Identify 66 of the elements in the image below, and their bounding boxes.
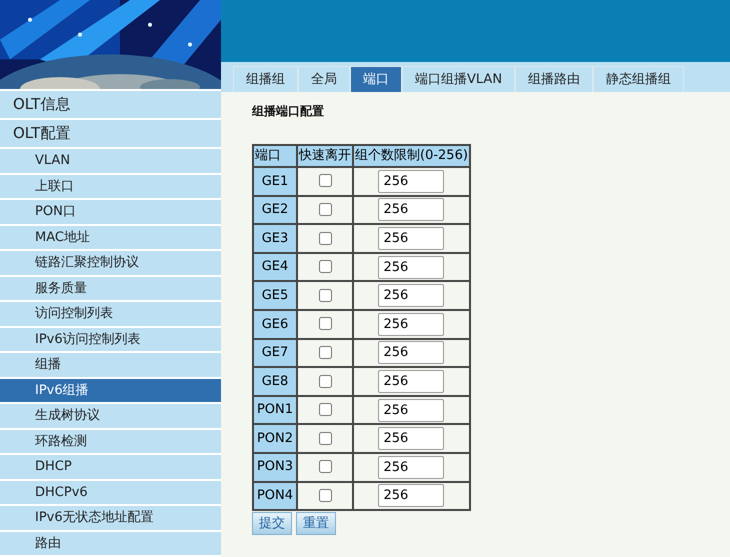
column-header: 快速离开: [297, 145, 353, 167]
sidebar-item[interactable]: 服务质量: [0, 276, 221, 302]
port-cell: PON2: [253, 424, 297, 453]
fast-leave-checkbox[interactable]: [318, 288, 332, 302]
sidebar-item[interactable]: 上联口: [0, 174, 221, 200]
tab[interactable]: 全局: [298, 66, 350, 92]
limit-field[interactable]: 256: [378, 427, 444, 450]
port-cell: GE2: [253, 196, 297, 224]
tab[interactable]: 端口: [350, 66, 402, 92]
port-cell: GE8: [253, 367, 297, 396]
port-cell: GE1: [253, 167, 297, 196]
fast-leave-checkbox[interactable]: [318, 174, 332, 188]
limit-field[interactable]: 256: [378, 484, 444, 508]
column-header: 组个数限制(0-256): [353, 145, 470, 167]
limit-field[interactable]: 256: [378, 370, 444, 393]
sidebar-item[interactable]: OLT信息: [0, 91, 221, 120]
limit-field[interactable]: 256: [378, 256, 444, 279]
sidebar-item[interactable]: IPv6组播: [0, 378, 221, 404]
fast-leave-checkbox[interactable]: [318, 460, 332, 474]
limit-field[interactable]: 256: [378, 341, 444, 364]
sidebar-item[interactable]: 环路检测: [0, 430, 221, 455]
form-button[interactable]: 提交: [252, 512, 292, 536]
tab[interactable]: 静态组播组: [593, 66, 684, 92]
sidebar-item[interactable]: IPv6无状态地址配置: [0, 506, 221, 532]
fast-leave-checkbox[interactable]: [318, 203, 332, 216]
tab[interactable]: 组播组: [233, 66, 298, 92]
fast-leave-checkbox[interactable]: [318, 232, 332, 245]
tab[interactable]: 组播路由: [515, 66, 594, 92]
sidebar-item[interactable]: VLAN: [0, 149, 221, 174]
tab[interactable]: 端口组播VLAN: [402, 66, 516, 92]
limit-field[interactable]: 256: [378, 312, 444, 336]
limit-field[interactable]: 256: [378, 284, 444, 308]
port-cell: GE7: [253, 338, 297, 368]
fast-leave-checkbox[interactable]: [318, 260, 332, 274]
form-button[interactable]: 重置: [296, 512, 336, 536]
fast-leave-checkbox[interactable]: [318, 432, 332, 445]
fast-leave-checkbox[interactable]: [318, 346, 332, 360]
limit-field[interactable]: 256: [378, 198, 444, 222]
fast-leave-checkbox[interactable]: [318, 489, 332, 502]
port-cell: GE5: [253, 281, 297, 310]
sidebar-item[interactable]: IPv6访问控制列表: [0, 328, 221, 353]
port-cell: GE4: [253, 252, 297, 282]
sidebar-item[interactable]: 链路汇聚控制协议: [0, 251, 221, 276]
limit-field[interactable]: 256: [378, 456, 444, 479]
port-cell: PON1: [253, 396, 297, 424]
limit-field[interactable]: 256: [378, 170, 444, 193]
limit-field[interactable]: 256: [378, 398, 444, 422]
section-title: 组播端口配置: [252, 103, 325, 120]
sidebar-item[interactable]: 生成树协议: [0, 404, 221, 430]
sidebar-item[interactable]: DHCPv6: [0, 480, 221, 506]
sidebar-item[interactable]: 组播: [0, 353, 221, 378]
sidebar-item[interactable]: PON口: [0, 200, 221, 226]
port-cell: PON4: [253, 482, 297, 510]
sidebar-item[interactable]: MAC地址: [0, 226, 221, 251]
limit-field[interactable]: 256: [378, 226, 444, 250]
sidebar-item[interactable]: OLT配置: [0, 120, 221, 149]
sidebar-item[interactable]: 路由: [0, 532, 221, 557]
port-cell: GE3: [253, 224, 297, 253]
fast-leave-checkbox[interactable]: [318, 317, 332, 330]
port-cell: PON3: [253, 452, 297, 482]
fast-leave-checkbox[interactable]: [318, 403, 332, 416]
fast-leave-checkbox[interactable]: [318, 374, 332, 388]
sidebar-item[interactable]: DHCP: [0, 455, 221, 480]
sidebar-item[interactable]: 访问控制列表: [0, 302, 221, 328]
port-cell: GE6: [253, 310, 297, 339]
column-header: 端口: [253, 145, 297, 167]
